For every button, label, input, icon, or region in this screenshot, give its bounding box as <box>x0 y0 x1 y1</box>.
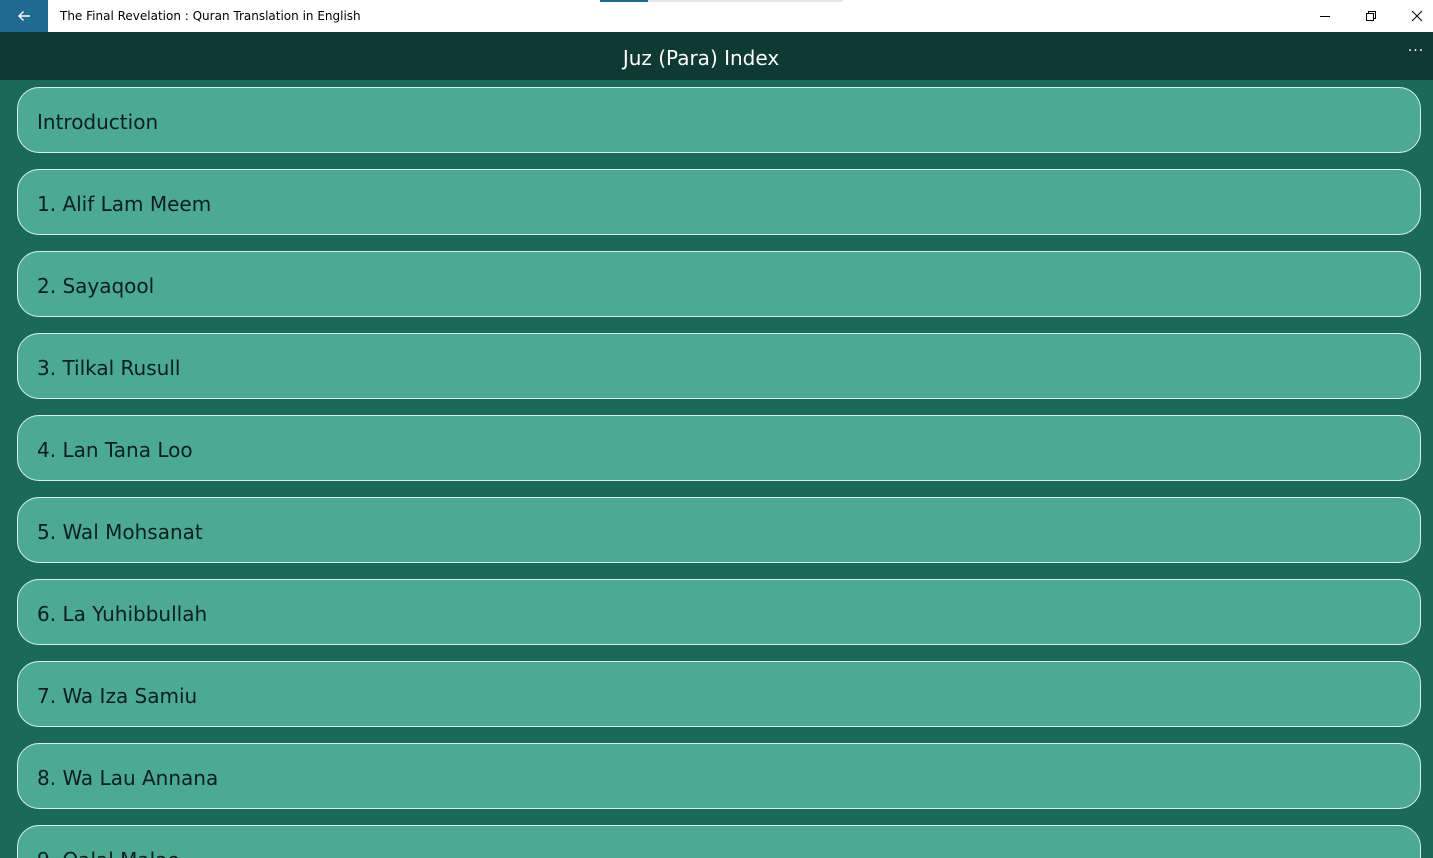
list-item-label: 8. Wa Lau Annana <box>37 766 219 790</box>
juz-list: Introduction 1. Alif Lam Meem 2. Sayaqoo… <box>0 80 1433 858</box>
close-icon <box>1411 10 1423 22</box>
list-item-label: Introduction <box>37 110 159 134</box>
tab-indicator <box>600 0 843 2</box>
list-item-juz-4[interactable]: 4. Lan Tana Loo <box>17 415 1421 481</box>
back-button[interactable] <box>0 0 48 32</box>
list-item-label: 9. Qalal Malao <box>37 826 180 858</box>
page-title: Juz (Para) Index <box>622 46 780 70</box>
tab-indicator-active <box>600 0 648 2</box>
list-item-label: 5. Wal Mohsanat <box>37 520 203 544</box>
more-options-button[interactable]: ... <box>1401 40 1431 62</box>
restore-button[interactable] <box>1348 0 1394 32</box>
list-item-juz-2[interactable]: 2. Sayaqool <box>17 251 1421 317</box>
window-title: The Final Revelation : Quran Translation… <box>60 9 361 23</box>
list-item-juz-1[interactable]: 1. Alif Lam Meem <box>17 169 1421 235</box>
list-item-juz-9[interactable]: 9. Qalal Malao <box>17 825 1421 858</box>
list-item-juz-5[interactable]: 5. Wal Mohsanat <box>17 497 1421 563</box>
list-item-juz-3[interactable]: 3. Tilkal Rusull <box>17 333 1421 399</box>
page-header: Juz (Para) Index ... <box>0 32 1433 80</box>
minimize-button[interactable] <box>1302 0 1348 32</box>
list-item-juz-6[interactable]: 6. La Yuhibbullah <box>17 579 1421 645</box>
title-bar: The Final Revelation : Quran Translation… <box>0 0 1433 32</box>
minimize-icon <box>1320 16 1330 17</box>
back-arrow-icon <box>18 11 30 21</box>
list-item-juz-7[interactable]: 7. Wa Iza Samiu <box>17 661 1421 727</box>
list-item-label: 7. Wa Iza Samiu <box>37 684 198 708</box>
list-item-label: 6. La Yuhibbullah <box>37 602 208 626</box>
list-item-label: 4. Lan Tana Loo <box>37 438 193 462</box>
list-item-introduction[interactable]: Introduction <box>17 87 1421 153</box>
list-item-label: 3. Tilkal Rusull <box>37 356 181 380</box>
close-button[interactable] <box>1394 0 1433 32</box>
list-item-label: 2. Sayaqool <box>37 274 155 298</box>
restore-icon <box>1366 11 1376 21</box>
list-item-juz-8[interactable]: 8. Wa Lau Annana <box>17 743 1421 809</box>
list-item-label: 1. Alif Lam Meem <box>37 192 212 216</box>
